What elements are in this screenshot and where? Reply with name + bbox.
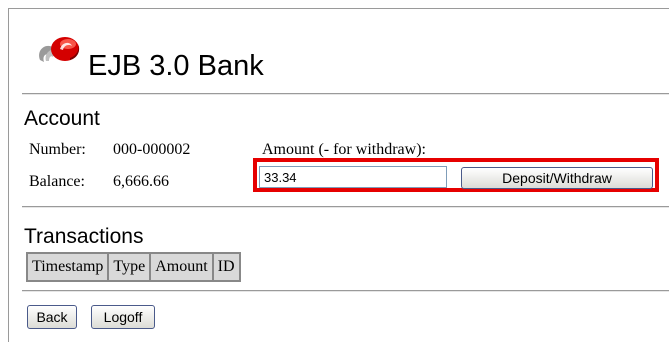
column-header-type: Type: [108, 253, 151, 281]
back-button[interactable]: Back: [27, 305, 77, 329]
logoff-button[interactable]: Logoff: [91, 305, 155, 329]
header-divider: [22, 93, 669, 95]
page-frame-left-border: [8, 8, 9, 342]
app-title: EJB 3.0 Bank: [88, 50, 264, 82]
balance-label: Balance:: [29, 173, 85, 190]
transactions-header-row: Timestamp Type Amount ID: [27, 253, 240, 281]
transactions-table: Timestamp Type Amount ID: [26, 252, 241, 282]
column-header-id: ID: [212, 253, 240, 281]
balance-value: 6,666.66: [113, 173, 169, 190]
page-frame-top-border: [8, 8, 669, 9]
account-heading: Account: [24, 107, 100, 130]
account-number-value: 000-000002: [113, 141, 191, 158]
account-number-label: Number:: [29, 141, 86, 158]
deposit-withdraw-button[interactable]: Deposit/Withdraw: [461, 167, 653, 189]
column-header-timestamp: Timestamp: [27, 253, 109, 281]
account-divider: [22, 206, 669, 208]
column-header-amount: Amount: [150, 253, 213, 281]
transactions-heading: Transactions: [24, 225, 144, 248]
amount-label: Amount (- for withdraw):: [262, 141, 426, 158]
bank-logo-icon: [39, 37, 80, 62]
transactions-divider: [22, 290, 669, 292]
amount-input[interactable]: [259, 166, 447, 188]
